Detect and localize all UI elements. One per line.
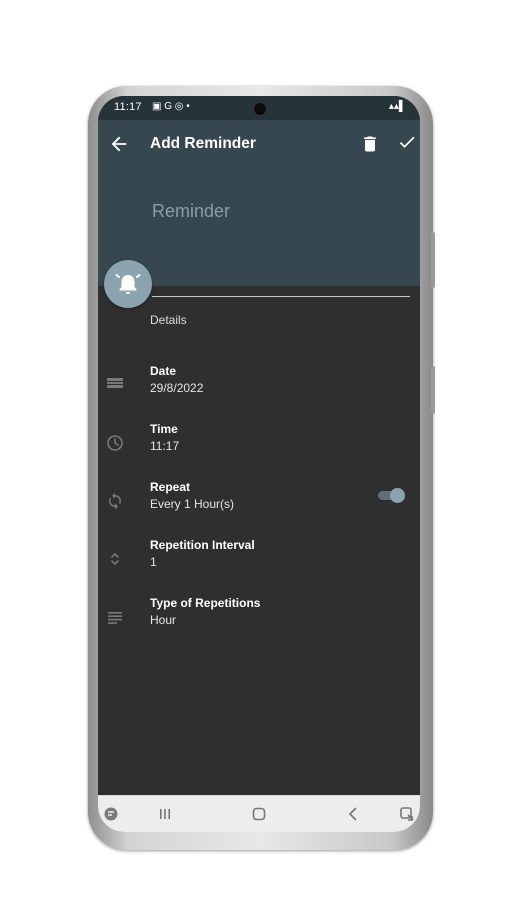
back-button[interactable] (108, 133, 130, 155)
reminder-input[interactable] (152, 200, 412, 222)
time-value: 11:17 (150, 439, 180, 453)
alarm-fab[interactable] (104, 260, 152, 308)
section-label-details: Details (150, 313, 187, 327)
time-row[interactable]: Time 11:17 (98, 422, 420, 466)
check-icon (399, 136, 415, 148)
repeat-label: Repeat (150, 480, 191, 494)
home-icon[interactable] (250, 805, 268, 823)
repeat-toggle[interactable] (378, 488, 406, 503)
subject-icon (106, 608, 124, 626)
notification-icons: ▣ G ◎ • (152, 101, 190, 112)
delete-button[interactable] (360, 133, 380, 155)
recents-icon[interactable] (156, 805, 174, 823)
input-underline (152, 296, 410, 297)
toggle-thumb (390, 488, 405, 503)
system-nav-bar (98, 795, 420, 832)
volume-button (431, 232, 435, 288)
assistant-icon[interactable] (102, 805, 120, 823)
repeat-value: Every 1 Hour(s) (150, 497, 235, 511)
repetition-interval-value: 1 (150, 555, 157, 569)
calendar-icon (106, 376, 124, 394)
unfold-icon (106, 550, 124, 568)
page-title: Add Reminder (150, 135, 256, 152)
repetition-type-row[interactable]: Type of Repetitions Hour (98, 596, 420, 640)
camera-icon (253, 102, 267, 116)
repeat-row[interactable]: Repeat Every 1 Hour(s) (98, 480, 420, 524)
arrow-back-icon (111, 136, 127, 152)
date-row[interactable]: Date 29/8/2022 (98, 364, 420, 408)
repetition-interval-row[interactable]: Repetition Interval 1 (98, 538, 420, 582)
repetition-interval-label: Repetition Interval (150, 538, 255, 552)
back-nav-icon[interactable] (344, 805, 362, 823)
app-screen: 11:17 ▣ G ◎ • ▴▴▌ Add Reminder Reminder … (98, 96, 420, 832)
status-bar: 11:17 ▣ G ◎ • ▴▴▌ (98, 96, 420, 120)
repetition-type-value: Hour (150, 613, 177, 627)
save-button[interactable] (396, 131, 418, 155)
date-value: 29/8/2022 (150, 381, 204, 395)
alarm-icon (115, 274, 141, 294)
clock-icon (106, 434, 124, 452)
status-time: 11:17 (114, 101, 142, 113)
signal-icon: ▴▴▌ (388, 101, 406, 112)
repeat-icon (106, 492, 124, 510)
date-label: Date (150, 364, 177, 378)
repetition-type-label: Type of Repetitions (150, 596, 261, 610)
screenshot-icon[interactable] (398, 805, 416, 823)
delete-icon (364, 136, 376, 152)
power-button (431, 366, 435, 414)
time-label: Time (150, 422, 178, 436)
